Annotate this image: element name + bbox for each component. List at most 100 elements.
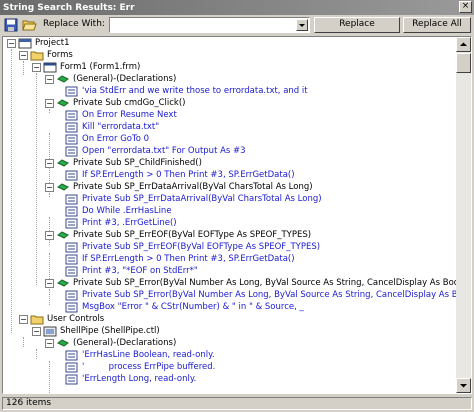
tree-line: [23, 61, 24, 75]
tree-node-label: Private Sub SP_Error(ByVal Number As Lon…: [73, 277, 472, 288]
tree-node-method[interactable]: (General)-(Declarations): [56, 73, 176, 85]
method-icon: [57, 230, 69, 239]
tree-node-code-line[interactable]: 'ErrHasLine Boolean, read-only.: [65, 349, 215, 361]
tree-node-method[interactable]: Private Sub SP_ErrEOF(ByVal EOFType As S…: [56, 229, 311, 241]
code-line-icon: [65, 170, 78, 180]
code-line-icon: [65, 242, 78, 252]
tree-node-code-line[interactable]: 'via StdErr and we write those to errord…: [65, 85, 308, 97]
expand-toggle[interactable]: −: [32, 327, 41, 336]
vertical-scrollbar[interactable]: [456, 37, 471, 393]
expand-toggle[interactable]: −: [45, 159, 54, 168]
tree-node-code-line[interactable]: Print #3, "*EOF on StdErr*": [65, 265, 198, 277]
tree-node-project[interactable]: Project1: [18, 37, 70, 49]
expand-toggle[interactable]: −: [45, 339, 54, 348]
form-icon: [43, 62, 57, 72]
expand-toggle[interactable]: −: [32, 63, 41, 72]
method-icon: [57, 158, 69, 167]
expand-toggle[interactable]: −: [19, 315, 28, 324]
tree-node-label: (General)-(Declarations): [73, 73, 177, 84]
method-icon: [57, 74, 69, 83]
tree-node-code-line[interactable]: If SP.ErrLength > 0 Then Print #3, SP.Er…: [65, 253, 295, 265]
expand-toggle[interactable]: −: [19, 51, 28, 60]
tree-node-label: Project1: [35, 37, 70, 48]
tree-node-form1[interactable]: Form1 (Form1.frm): [43, 61, 140, 73]
tree-node-label: Print #3, .ErrGetLine(): [82, 217, 177, 228]
expand-toggle[interactable]: −: [45, 99, 54, 108]
window-title: String Search Results: Err: [3, 2, 135, 13]
tree-node-code-line[interactable]: Private Sub SP_ErrEOF(ByVal EOFType As S…: [65, 241, 320, 253]
tree-line: [49, 289, 50, 305]
code-line-icon: [65, 266, 78, 276]
expand-toggle[interactable]: −: [45, 183, 54, 192]
toolbar: Replace With: Replace Replace All: [0, 15, 474, 35]
tree-node-code-line[interactable]: Private Sub SP_ErrDataArrival(ByVal Char…: [65, 193, 322, 205]
combobox-dropdown-button[interactable]: [296, 19, 308, 31]
title-bar: String Search Results: Err ×: [0, 0, 474, 15]
code-line-icon: [65, 134, 78, 144]
results-tree[interactable]: − Project1 − Forms − Form1 (Form1.frm) −…: [2, 36, 472, 394]
tree-line: [36, 349, 37, 359]
replace-all-button[interactable]: Replace All: [403, 17, 471, 33]
status-bar: 126 items: [0, 395, 474, 412]
tree-node-method[interactable]: Private Sub cmdGo_Click(): [56, 97, 186, 109]
tree-node-label: On Error Resume Next: [82, 109, 177, 120]
usercontrol-icon: [43, 326, 57, 336]
save-icon[interactable]: [4, 18, 19, 32]
tree-node-label: Private Sub SP_ChildFinished(): [73, 157, 202, 168]
folder-icon: [30, 315, 44, 324]
expand-toggle[interactable]: −: [45, 279, 54, 288]
chevron-down-icon: [299, 24, 305, 27]
scroll-down-button[interactable]: [456, 378, 471, 393]
tree-node-label: ' process ErrPipe buffered.: [82, 361, 216, 372]
tree-node-code-line[interactable]: Print #3, .ErrGetLine(): [65, 217, 177, 229]
tree-node-code-line[interactable]: Kill "errordata.txt": [65, 121, 159, 133]
tree-node-label: If SP.ErrLength > 0 Then Print #3, SP.Er…: [82, 253, 295, 264]
tree-line: [49, 253, 50, 281]
close-button[interactable]: ×: [459, 1, 472, 13]
tree-node-code-line[interactable]: 'ErrLength Long, read-only.: [65, 373, 196, 385]
tree-node-label: Do While .ErrHasLine: [82, 205, 172, 216]
tree-node-code-line[interactable]: Do While .ErrHasLine: [65, 205, 172, 217]
tree-line: [11, 49, 12, 333]
tree-node-method[interactable]: (General)-(Declarations): [56, 337, 176, 349]
tree-line: [49, 109, 50, 113]
tree-node-code-line[interactable]: On Error Resume Next: [65, 109, 177, 121]
tree-node-label: Private Sub SP_ErrDataArrival(ByVal Char…: [73, 181, 313, 192]
tree-node-method[interactable]: Private Sub SP_Error(ByVal Number As Lon…: [56, 277, 472, 289]
tree-node-label: If SP.ErrLength > 0 Then Print #3, SP.Er…: [82, 169, 295, 180]
tree-node-code-line[interactable]: Private Sub SP_Error(ByVal Number As Lon…: [65, 289, 471, 301]
code-line-icon: [65, 146, 78, 156]
tree-node-shellpipe[interactable]: ShellPipe (ShellPipe.ctl): [43, 325, 160, 337]
open-folder-icon[interactable]: [22, 18, 37, 32]
tree-line: [23, 337, 24, 347]
tree-node-label: Private Sub SP_ErrEOF(ByVal EOFType As S…: [82, 241, 321, 252]
tree-node-label: MsgBox "Error " & CStr(Number) & " in " …: [82, 301, 304, 312]
tree-node-code-line[interactable]: If SP.ErrLength > 0 Then Print #3, SP.Er…: [65, 169, 295, 181]
tree-node-method[interactable]: Private Sub SP_ChildFinished(): [56, 157, 202, 169]
item-count: 126 items: [2, 397, 472, 410]
code-line-icon: [65, 110, 78, 120]
tree-node-code-line[interactable]: Open "errordata.txt" For Output As #3: [65, 145, 246, 157]
tree-node-code-line[interactable]: MsgBox "Error " & CStr(Number) & " in " …: [65, 301, 304, 313]
folder-icon: [30, 51, 44, 60]
method-icon: [57, 278, 69, 287]
code-line-icon: [65, 350, 78, 360]
tree-node-controls-folder[interactable]: User Controls: [30, 313, 104, 325]
tree-node-label: Private Sub cmdGo_Click(): [73, 97, 186, 108]
replace-with-combobox[interactable]: [109, 17, 310, 33]
tree-node-code-line[interactable]: On Error GoTo 0: [65, 133, 149, 145]
code-line-icon: [65, 206, 78, 216]
method-icon: [57, 182, 69, 191]
tree-node-code-line[interactable]: ' process ErrPipe buffered.: [65, 361, 215, 373]
tree-node-forms-folder[interactable]: Forms: [30, 49, 73, 61]
tree-node-label: Print #3, "*EOF on StdErr*": [82, 265, 198, 276]
tree-node-method[interactable]: Private Sub SP_ErrDataArrival(ByVal Char…: [56, 181, 313, 193]
project-icon: [18, 38, 32, 48]
scroll-thumb[interactable]: [456, 53, 471, 73]
expand-toggle[interactable]: −: [45, 75, 54, 84]
scroll-up-button[interactable]: [456, 37, 471, 52]
expand-toggle[interactable]: −: [45, 231, 54, 240]
replace-button[interactable]: Replace: [314, 17, 400, 33]
tree-node-label: Kill "errordata.txt": [82, 121, 160, 132]
expand-toggle[interactable]: −: [7, 39, 16, 48]
